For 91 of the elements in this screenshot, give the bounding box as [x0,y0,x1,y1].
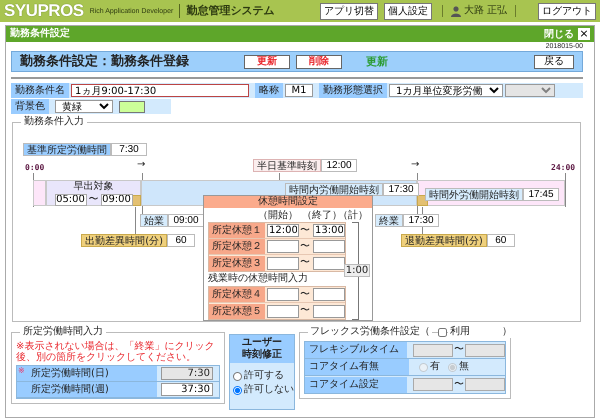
range-separator: 〜 [454,378,464,390]
range-separator: 〜 [299,288,311,300]
option-label: 許可しない [244,384,294,396]
action-button[interactable]: 削除 [296,54,342,68]
subheading: 残業時の休憩時間入力 [208,272,309,286]
close-button[interactable]: × [578,28,590,40]
row-label: コアタイム有無 [305,359,409,375]
field-label: 基準所定労働時間 [23,143,111,156]
time-field[interactable] [313,240,345,253]
time-field[interactable]: 7:30 [111,143,147,156]
arrow-label: → [137,159,146,171]
action-button[interactable]: 更新 [244,54,290,68]
field-label: 時間内労働開始時刻 [285,183,383,196]
row-label: 所定休憩１ [209,223,265,238]
short-name-field[interactable]: M1 [285,84,313,97]
option-label: 無 [459,361,469,373]
time-scale-label: 0:00 [25,163,44,172]
range-separator: 〜 [299,305,311,317]
time-field[interactable] [267,288,299,301]
time-field[interactable] [267,256,299,270]
option-label: 許可する [244,370,284,382]
time-field[interactable]: 12:00 [267,224,299,237]
section-legend: フレックス労働条件設定（ [308,326,432,338]
row-label: フレキシブルタイム [305,342,407,358]
header-text: 時刻修正 [241,349,283,361]
warning-note: ※表示されない場合は、「終業」にクリック後、別の箇所をクリックしてください。 [16,341,216,363]
range-separator: 〜 [299,224,311,236]
field-label: 勤務条件名 [11,83,69,98]
field-label: 勤務形態選択 [319,83,387,98]
required-mark: ※ [18,366,25,375]
logo: SYUPROS [4,1,84,21]
field-label: 背景色 [11,99,49,114]
time-field[interactable]: 12:00 [321,159,357,172]
field-label: 略称 [255,83,283,98]
field-label: 終業 [375,214,403,227]
time-field[interactable] [267,304,299,318]
row-label: 所定休憩４ [209,287,265,302]
checkbox[interactable] [438,328,447,336]
field-label: 出勤差異時間(分) [81,234,167,247]
arrow-label: → [411,159,420,171]
field-label: 早出対象 [74,181,114,193]
time-field[interactable] [313,304,345,318]
range-separator: 〜 [299,240,311,252]
total-field: 1:00 [344,264,370,277]
window-title: 勤務条件設定 [10,28,71,40]
time-field[interactable]: 17:30 [403,214,439,227]
field-label: 時間外労働開始時刻 [425,188,523,201]
logout-button[interactable]: ログアウト [538,2,596,20]
time-field[interactable] [313,288,345,301]
back-button[interactable]: 戻る [534,54,574,68]
section-legend: ） [472,326,514,338]
time-field[interactable]: 17:45 [523,188,559,201]
section-legend: 所定労働時間入力 [20,326,106,338]
time-field[interactable] [313,256,345,270]
time-field[interactable]: 13:00 [313,224,345,237]
time-field[interactable] [267,240,299,253]
user-icon [450,6,461,16]
name-field[interactable]: 1ヵ月9:00-17:30 [71,84,249,97]
user-name: 大路 正弘 [464,5,507,17]
radio-button[interactable] [233,386,242,394]
row-label: 所定休憩２ [209,239,265,254]
time-scale-label: 24:00 [551,163,576,172]
option-label: 有 [430,361,440,373]
panel-title: 休憩時間設定 [204,196,372,208]
minutes-field[interactable]: 60 [167,234,195,247]
color-dropdown[interactable]: 黄緑 [55,100,113,113]
row-label: 所定休憩５ [209,304,265,318]
radio-button[interactable] [233,372,242,380]
field-label: 半日基準時刻 [253,159,321,172]
time-field[interactable]: 37:30 [161,383,213,396]
header-button[interactable]: アプリ切替 [320,2,378,20]
row-label: 所定休憩３ [209,256,265,270]
system-name: 勤怠管理システム [179,4,274,18]
section-legend: 勤務条件入力 [21,116,87,128]
mode-label: 更新 [366,54,388,68]
type-dropdown[interactable]: 1カ月単位変形労働 [389,84,503,97]
header-button[interactable]: 個人設定 [384,2,432,20]
page-title: 勤務条件設定：勤務条件登録 [20,54,190,70]
range-separator: 〜 [454,344,464,356]
time-field[interactable]: 17:30 [383,183,419,196]
minutes-field[interactable]: 60 [486,234,515,247]
column-header: （開始） [258,210,298,221]
row-label: コアタイム設定 [305,376,407,392]
field-label: 始業 [140,214,168,227]
field-label: 退勤差異時間(分) [401,234,487,247]
time-field[interactable]: 09:00 [168,214,204,227]
range-separator: 〜 [88,194,100,206]
range-separator: 〜 [299,257,311,269]
checkbox-label: 利用 [448,326,472,338]
header-text: ユーザー [241,337,283,348]
row-label: 所定労働時間(週) [17,382,157,397]
